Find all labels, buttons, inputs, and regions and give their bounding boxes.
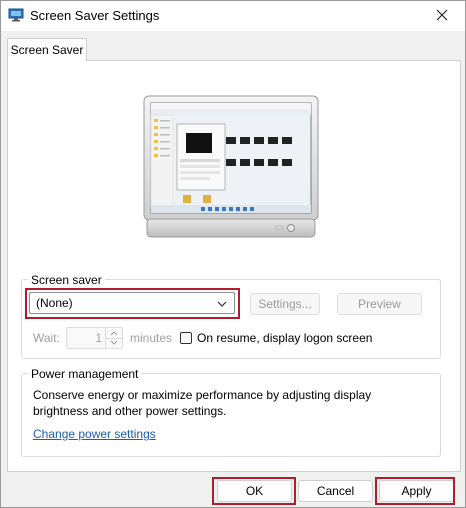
- minutes-label: minutes: [130, 331, 173, 345]
- ok-button-label: OK: [245, 484, 264, 498]
- resume-logon-checkbox[interactable]: [180, 332, 192, 344]
- close-button[interactable]: [419, 1, 465, 31]
- power-management-group-label: Power management: [28, 367, 142, 381]
- close-icon: [436, 9, 448, 24]
- cancel-button-label: Cancel: [316, 484, 355, 498]
- cancel-button[interactable]: Cancel: [298, 480, 373, 502]
- preview-button-label: Preview: [358, 297, 401, 311]
- wait-minutes-value: 1: [95, 331, 102, 345]
- power-management-description: Conserve energy or maximize performance …: [33, 388, 372, 418]
- screen-saver-select-value: (None): [36, 296, 73, 310]
- window-title: Screen Saver Settings: [30, 8, 160, 23]
- display-settings-icon: [8, 8, 24, 22]
- change-power-settings-link[interactable]: Change power settings: [33, 427, 156, 441]
- resume-logon-label[interactable]: On resume, display logon screen: [197, 331, 372, 345]
- settings-button-label: Settings...: [258, 297, 312, 311]
- screen-saver-select[interactable]: (None): [29, 292, 235, 314]
- ok-button[interactable]: OK: [217, 480, 292, 502]
- tab-label: Screen Saver: [10, 43, 84, 57]
- settings-button[interactable]: Settings...: [250, 293, 320, 315]
- chevron-down-icon: [216, 298, 228, 308]
- monitor-preview-icon: [143, 95, 319, 239]
- chevron-up-icon: [110, 331, 118, 336]
- apply-button[interactable]: Apply: [379, 480, 454, 502]
- stepper-down-button[interactable]: [106, 338, 122, 348]
- title-bar: Screen Saver Settings: [1, 1, 465, 31]
- chevron-down-icon: [110, 340, 118, 345]
- tab-screen-saver[interactable]: Screen Saver: [7, 38, 87, 61]
- wait-label: Wait:: [33, 331, 60, 345]
- stepper-arrows: [105, 328, 122, 348]
- preview-button[interactable]: Preview: [337, 293, 422, 315]
- wait-minutes-stepper[interactable]: 1: [66, 327, 123, 349]
- screen-saver-group-label: Screen saver: [28, 273, 105, 287]
- apply-button-label: Apply: [401, 484, 432, 498]
- screen-saver-settings-window: Screen Saver Settings Screen Saver Scree…: [0, 0, 466, 508]
